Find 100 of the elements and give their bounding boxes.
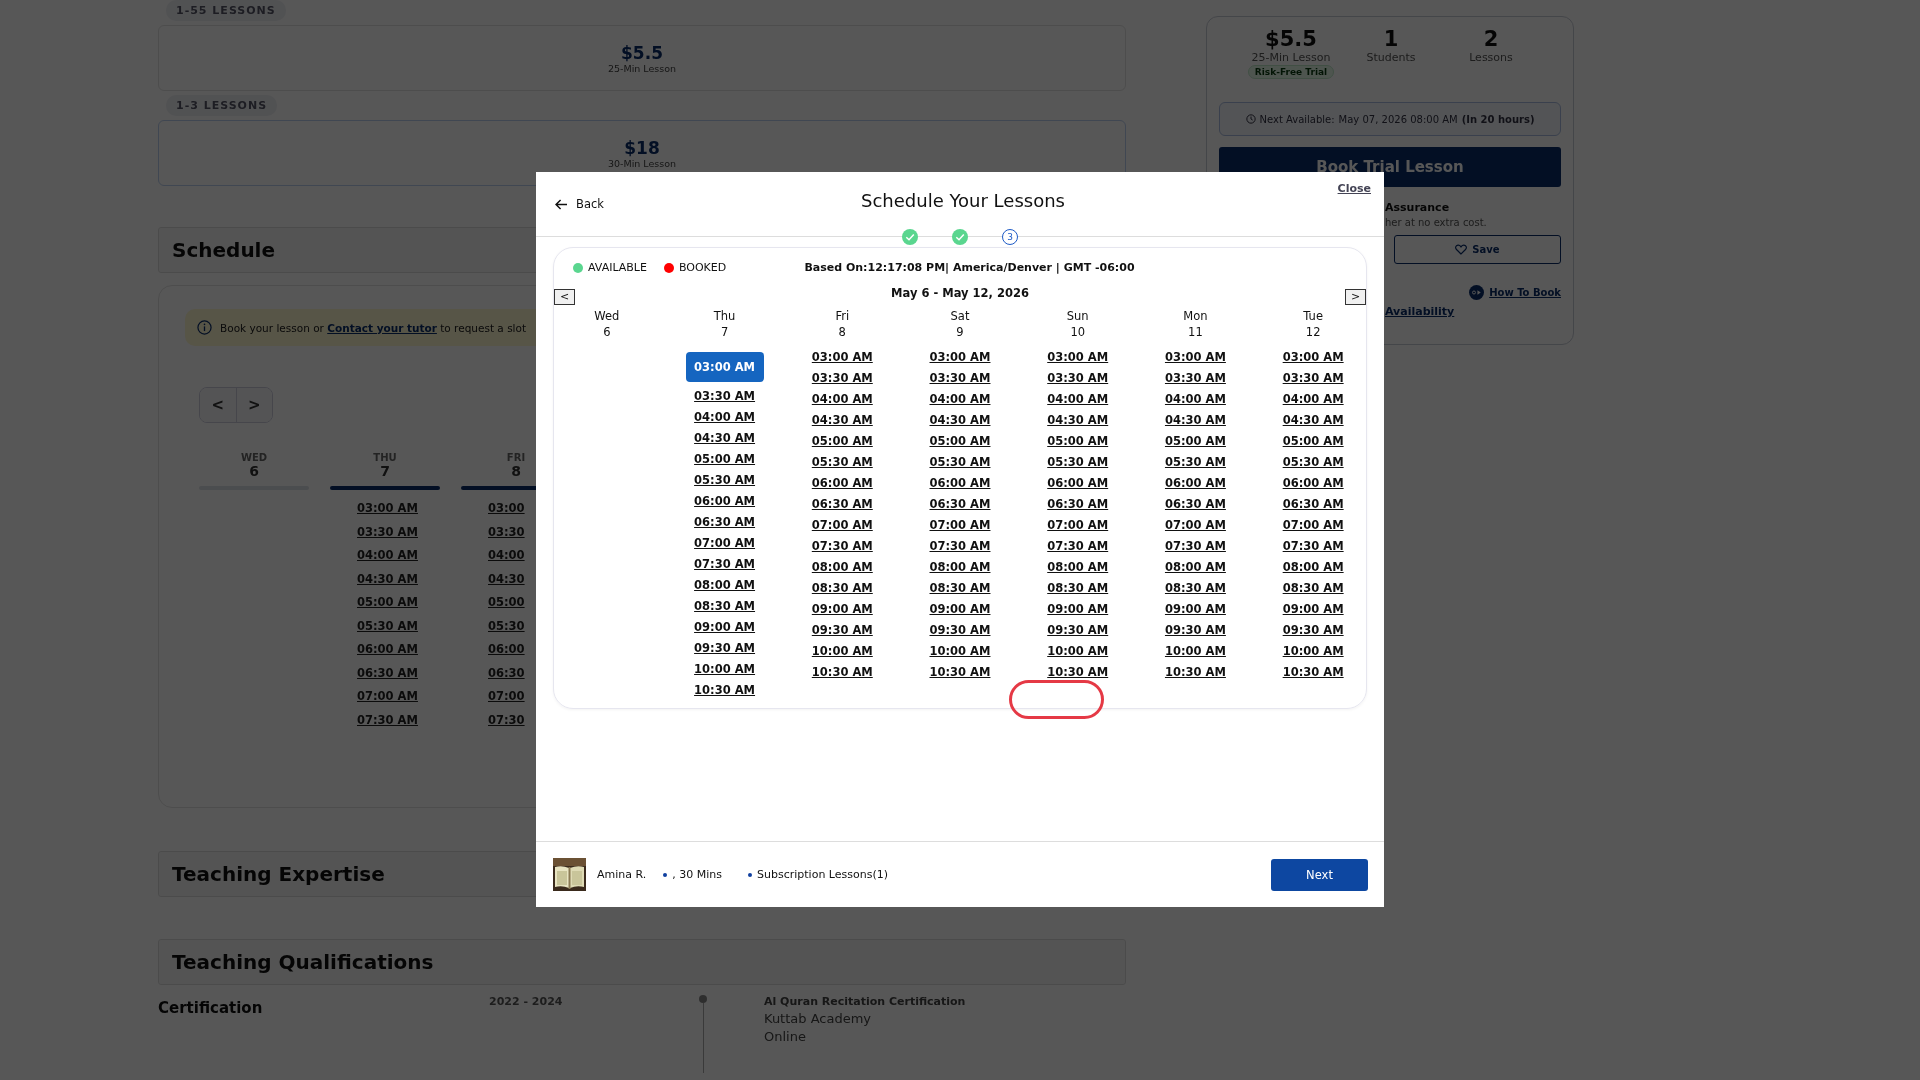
time-slot[interactable]: 05:00 AM — [694, 449, 756, 470]
time-slot[interactable]: 09:30 AM — [929, 620, 991, 641]
time-slot[interactable]: 08:30 AM — [929, 578, 991, 599]
time-slot[interactable]: 04:00 AM — [694, 407, 756, 428]
time-slot[interactable]: 08:30 AM — [1164, 578, 1226, 599]
time-slot[interactable]: 04:00 AM — [1164, 389, 1226, 410]
time-slot[interactable]: 06:00 AM — [811, 473, 873, 494]
time-slot[interactable]: 10:30 AM — [929, 662, 991, 683]
time-slot[interactable]: 05:30 AM — [1282, 452, 1344, 473]
time-slot[interactable]: 07:30 AM — [1282, 536, 1344, 557]
time-slot[interactable]: 06:30 AM — [1047, 494, 1109, 515]
time-slot[interactable]: 08:00 AM — [929, 557, 991, 578]
time-slot[interactable]: 04:30 AM — [694, 428, 756, 449]
time-slot[interactable]: 09:30 AM — [694, 638, 756, 659]
time-slot[interactable]: 05:30 AM — [811, 452, 873, 473]
time-slot[interactable]: 03:00 AM — [1047, 347, 1109, 368]
time-slot[interactable]: 04:30 AM — [1047, 410, 1109, 431]
time-slot[interactable]: 03:00 AM — [929, 347, 991, 368]
time-slot[interactable]: 06:30 AM — [929, 494, 991, 515]
time-slot[interactable]: 07:00 AM — [1047, 515, 1109, 536]
time-slot[interactable]: 06:30 AM — [1282, 494, 1344, 515]
time-slot[interactable]: 04:00 AM — [1047, 389, 1109, 410]
time-slot[interactable]: 09:00 AM — [1282, 599, 1344, 620]
time-slot[interactable]: 09:30 AM — [811, 620, 873, 641]
time-slot[interactable]: 07:30 AM — [1164, 536, 1226, 557]
time-slot[interactable]: 10:00 AM — [1047, 641, 1109, 662]
time-slot[interactable]: 05:00 AM — [1282, 431, 1344, 452]
time-slot[interactable]: 09:30 AM — [1282, 620, 1344, 641]
time-slot[interactable]: 06:30 AM — [694, 512, 756, 533]
time-slot[interactable]: 10:00 AM — [1164, 641, 1226, 662]
time-slot[interactable]: 04:00 AM — [1282, 389, 1344, 410]
time-slot[interactable]: 06:00 AM — [1282, 473, 1344, 494]
time-slot[interactable]: 09:00 AM — [1047, 599, 1109, 620]
time-slot[interactable]: 09:00 AM — [1164, 599, 1226, 620]
next-button[interactable]: Next — [1271, 858, 1368, 891]
time-slot[interactable]: 07:00 AM — [1282, 515, 1344, 536]
time-slot[interactable]: 05:30 AM — [694, 470, 756, 491]
time-slot[interactable]: 05:30 AM — [1047, 452, 1109, 473]
previous-week-button[interactable]: < — [554, 289, 575, 305]
time-slot[interactable]: 10:00 AM — [1282, 641, 1344, 662]
time-slot[interactable]: 03:30 AM — [694, 386, 756, 407]
time-slot[interactable]: 05:30 AM — [1164, 452, 1226, 473]
time-slot[interactable]: 04:30 AM — [811, 410, 873, 431]
time-slot[interactable]: 10:30 AM — [694, 680, 756, 701]
time-slot[interactable]: 06:00 AM — [694, 491, 756, 512]
time-slot[interactable]: 06:30 AM — [1164, 494, 1226, 515]
time-slot[interactable]: 07:30 AM — [1047, 536, 1109, 557]
time-slot[interactable]: 07:30 AM — [929, 536, 991, 557]
time-slot[interactable]: 03:00 AM — [1282, 347, 1344, 368]
time-slot[interactable]: 04:00 AM — [929, 389, 991, 410]
time-slot[interactable]: 07:30 AM — [694, 554, 756, 575]
time-slot[interactable]: 10:30 AM — [1164, 662, 1226, 683]
time-slot[interactable]: 10:00 AM — [929, 641, 991, 662]
time-slot[interactable]: 05:30 AM — [929, 452, 991, 473]
time-slot[interactable]: 08:00 AM — [1164, 557, 1226, 578]
next-week-button[interactable]: > — [1345, 289, 1366, 305]
time-slot[interactable]: 05:00 AM — [929, 431, 991, 452]
time-slot[interactable]: 03:30 AM — [1047, 368, 1109, 389]
back-button[interactable]: Back — [555, 197, 604, 211]
time-slot[interactable]: 08:00 AM — [811, 557, 873, 578]
time-slot[interactable]: 09:30 AM — [1164, 620, 1226, 641]
time-slot[interactable]: 08:00 AM — [694, 575, 756, 596]
time-slot[interactable]: 07:30 AM — [811, 536, 873, 557]
time-slot[interactable]: 05:00 AM — [811, 431, 873, 452]
time-slot[interactable]: 09:00 AM — [811, 599, 873, 620]
time-slot[interactable]: 07:00 AM — [694, 533, 756, 554]
time-slot[interactable]: 08:00 AM — [1282, 557, 1344, 578]
time-slot[interactable]: 06:00 AM — [1164, 473, 1226, 494]
time-slot[interactable]: 08:30 AM — [811, 578, 873, 599]
time-slot[interactable]: 07:00 AM — [929, 515, 991, 536]
time-slot[interactable]: 06:00 AM — [1047, 473, 1109, 494]
time-slot[interactable]: 08:00 AM — [1047, 557, 1109, 578]
time-slot[interactable]: 03:00 AM — [685, 352, 764, 382]
time-slot[interactable]: 09:00 AM — [694, 617, 756, 638]
time-slot[interactable]: 10:30 AM — [1282, 662, 1344, 683]
time-slot[interactable]: 04:00 AM — [811, 389, 873, 410]
time-slot[interactable]: 03:30 AM — [1164, 368, 1226, 389]
time-slot[interactable]: 10:00 AM — [811, 641, 873, 662]
time-slot[interactable]: 06:00 AM — [929, 473, 991, 494]
time-slot[interactable]: 04:30 AM — [929, 410, 991, 431]
time-slot[interactable]: 10:30 AM — [1047, 662, 1109, 683]
time-slot[interactable]: 09:00 AM — [929, 599, 991, 620]
time-slot[interactable]: 09:30 AM — [1047, 620, 1109, 641]
time-slot[interactable]: 10:30 AM — [811, 662, 873, 683]
time-slot[interactable]: 04:30 AM — [1164, 410, 1226, 431]
time-slot[interactable]: 04:30 AM — [1282, 410, 1344, 431]
time-slot[interactable]: 07:00 AM — [811, 515, 873, 536]
time-slot[interactable]: 08:30 AM — [1047, 578, 1109, 599]
time-slot[interactable]: 05:00 AM — [1047, 431, 1109, 452]
time-slot[interactable]: 03:30 AM — [811, 368, 873, 389]
time-slot[interactable]: 07:00 AM — [1164, 515, 1226, 536]
time-slot[interactable]: 08:30 AM — [694, 596, 756, 617]
time-slot[interactable]: 08:30 AM — [1282, 578, 1344, 599]
time-slot[interactable]: 10:00 AM — [694, 659, 756, 680]
time-slot[interactable]: 03:00 AM — [811, 347, 873, 368]
time-slot[interactable]: 03:00 AM — [1164, 347, 1226, 368]
time-slot[interactable]: 03:30 AM — [929, 368, 991, 389]
time-slot[interactable]: 06:30 AM — [811, 494, 873, 515]
time-slot[interactable]: 05:00 AM — [1164, 431, 1226, 452]
time-slot[interactable]: 03:30 AM — [1282, 368, 1344, 389]
